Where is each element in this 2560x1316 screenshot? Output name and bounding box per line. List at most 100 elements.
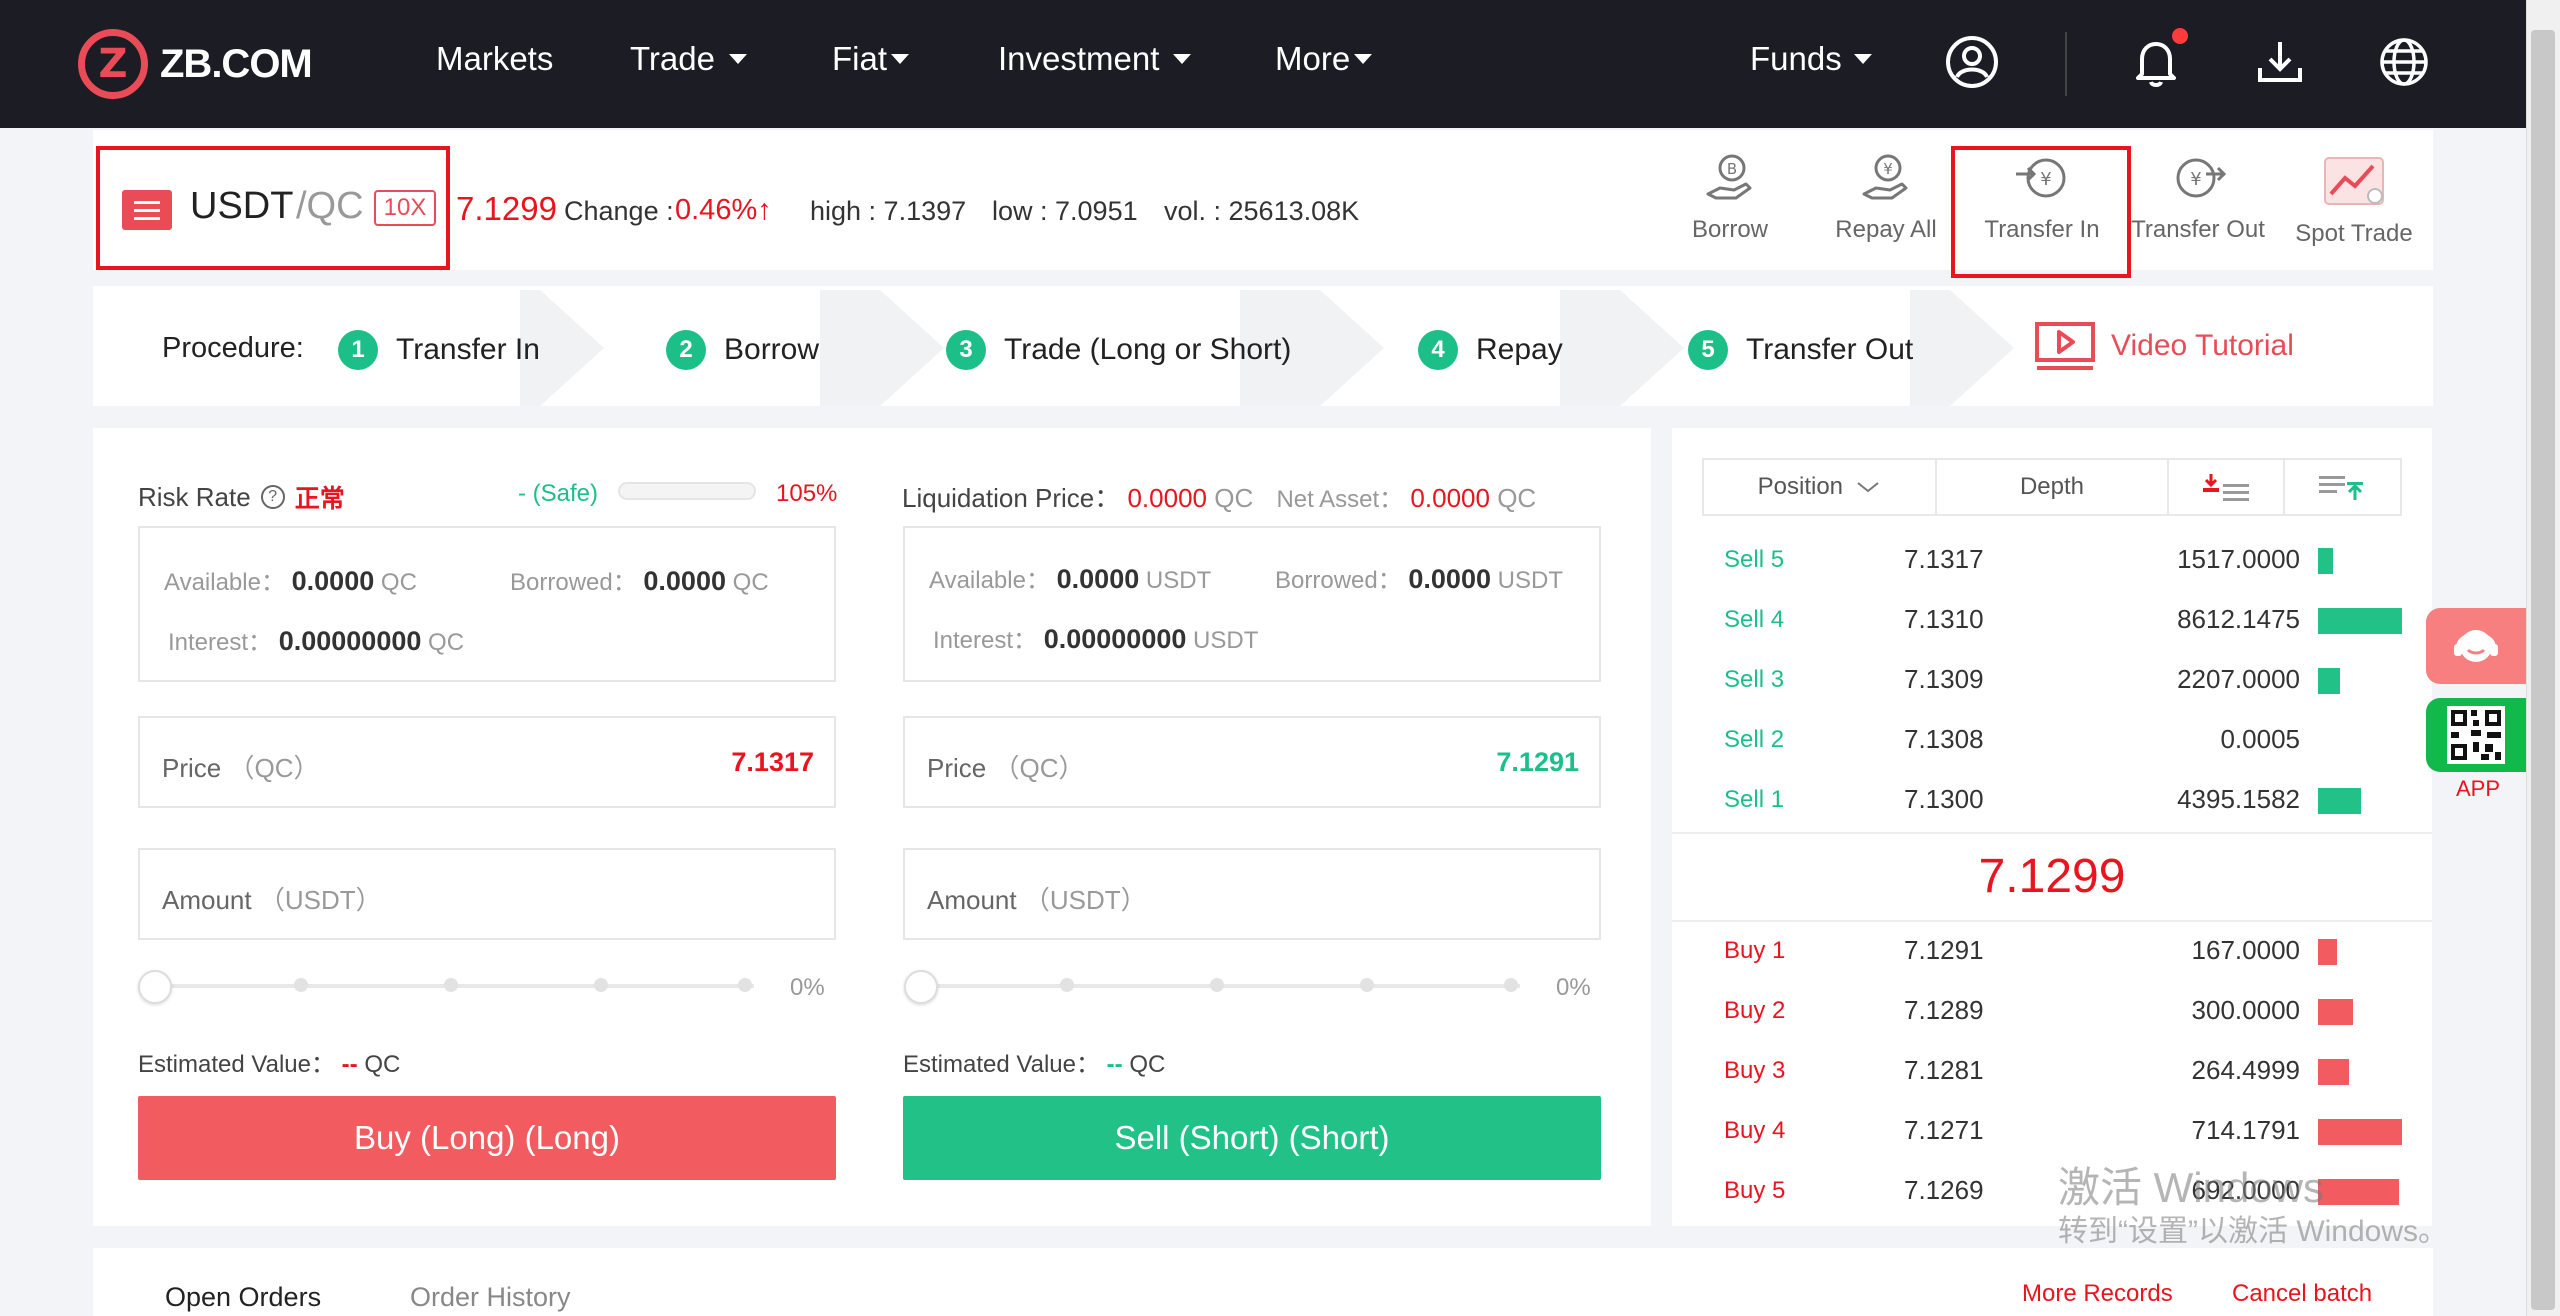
est-label: Estimated Value：	[138, 1051, 335, 1078]
globe-icon[interactable]	[2376, 34, 2432, 90]
slider-tick[interactable]	[294, 978, 308, 992]
repay-icon: ¥	[1862, 154, 1908, 200]
top-nav: Z ZB.COM Markets Trade Fiat Investment M…	[0, 0, 2526, 128]
headset-icon	[2454, 630, 2498, 662]
nav-investment-label: Investment	[998, 40, 1160, 77]
slider-knob[interactable]	[138, 970, 172, 1004]
show-sells-toggle[interactable]	[2169, 460, 2285, 514]
available-label: Available：	[929, 567, 1050, 594]
pair-menu-button[interactable]	[122, 190, 172, 230]
book-row-side: Sell 3	[1724, 666, 1785, 693]
book-row[interactable]: Sell 5 7.1317 1517.0000	[1702, 540, 2402, 580]
price-label-text: Price	[927, 753, 987, 783]
buy-amount-field[interactable]: Amount （USDT）	[138, 848, 836, 940]
tab-depth[interactable]: Depth	[1937, 460, 2170, 514]
book-row-qty: 8612.1475	[2177, 604, 2300, 634]
book-row-price: 7.1317	[1904, 544, 1984, 574]
book-row[interactable]: Sell 1 7.1300 4395.1582	[1702, 780, 2402, 820]
more-records-link[interactable]: More Records	[2022, 1280, 2173, 1308]
spot-trade-tool[interactable]: Spot Trade	[2274, 154, 2434, 248]
notification-dot	[2172, 28, 2188, 44]
pair-base[interactable]: USDT	[190, 185, 293, 228]
buy-balance-box: Available： 0.0000 QC Borrowed： 0.0000 QC…	[138, 526, 836, 682]
book-row-qty: 0.0005	[2220, 724, 2300, 754]
download-icon[interactable]	[2252, 34, 2308, 90]
slider-tick[interactable]	[1060, 978, 1074, 992]
borrow-tool[interactable]: B Borrow	[1650, 150, 1810, 244]
risk-safe: - (Safe)	[518, 480, 599, 507]
buy-price-input[interactable]	[494, 736, 814, 788]
nav-markets[interactable]: Markets	[436, 40, 553, 78]
buy-price-field[interactable]: Price （QC）	[138, 716, 836, 808]
nav-investment[interactable]: Investment	[998, 40, 1192, 78]
cancel-batch-link[interactable]: Cancel batch	[2232, 1280, 2372, 1308]
help-icon[interactable]: ?	[260, 485, 285, 509]
sell-price-field[interactable]: Price （QC）	[903, 716, 1601, 808]
liq-value: 0.0000	[1127, 483, 1207, 513]
video-tutorial-label: Video Tutorial	[2111, 329, 2294, 362]
tab-position[interactable]: Position	[1704, 460, 1937, 514]
slider-tick[interactable]	[738, 978, 752, 992]
transfer-out-tool[interactable]: ¥ Transfer Out	[2118, 150, 2278, 244]
slider-knob[interactable]	[904, 970, 938, 1004]
nav-trade[interactable]: Trade	[630, 40, 747, 78]
nav-more[interactable]: More	[1275, 40, 1373, 78]
sell-price-input[interactable]	[1259, 736, 1579, 788]
slider-tick[interactable]	[1504, 978, 1518, 992]
book-row[interactable]: Buy 2 7.1289 300.0000	[1702, 991, 2402, 1031]
sell-orders-icon	[2202, 474, 2249, 501]
show-buys-toggle[interactable]	[2285, 460, 2400, 514]
tab-open-orders[interactable]: Open Orders	[165, 1282, 321, 1313]
book-row-price: 7.1269	[1904, 1175, 1984, 1205]
buy-amount-slider[interactable]	[138, 970, 754, 1004]
slider-tick[interactable]	[1360, 978, 1374, 992]
step-bg	[820, 290, 880, 406]
book-row[interactable]: Sell 4 7.1310 8612.1475	[1702, 600, 2402, 640]
sell-amount-field[interactable]: Amount （USDT）	[903, 848, 1601, 940]
sell-amount-slider[interactable]	[904, 970, 1520, 1004]
book-row-depth-bar	[2318, 788, 2361, 814]
slider-tick[interactable]	[444, 978, 458, 992]
chevron-down-icon	[1173, 54, 1192, 64]
est-label: Estimated Value：	[903, 1051, 1100, 1078]
slider-tick[interactable]	[1210, 978, 1224, 992]
nav-fiat[interactable]: Fiat	[832, 40, 910, 78]
transfer-out-label: Transfer Out	[2131, 216, 2265, 243]
transfer-in-tool[interactable]: ¥ Transfer In	[1962, 150, 2122, 244]
sell-short-button[interactable]: Sell (Short) (Short)	[903, 1096, 1601, 1180]
step-label: Repay	[1476, 333, 1563, 366]
slider-tick[interactable]	[594, 978, 608, 992]
transfer-in-icon: ¥	[2016, 158, 2066, 198]
customer-service-button[interactable]	[2426, 608, 2526, 684]
scrollbar-thumb[interactable]	[2531, 30, 2555, 1310]
user-icon[interactable]	[1944, 34, 2000, 90]
amount-label: Amount （USDT）	[162, 880, 382, 917]
sell-borrowed: Borrowed： 0.0000 USDT	[1275, 560, 1563, 595]
price-unit: （QC）	[993, 753, 1085, 783]
amount-label-text: Amount	[162, 885, 252, 915]
book-row[interactable]: Buy 1 7.1291 167.0000	[1702, 931, 2402, 971]
est-unit: QC	[1129, 1051, 1166, 1078]
zb-logo[interactable]: Z ZB.COM	[78, 22, 313, 106]
video-tutorial-link[interactable]: Video Tutorial	[2033, 320, 2294, 372]
spot-trade-label: Spot Trade	[2295, 220, 2413, 247]
buy-borrowed: Borrowed： 0.0000 QC	[510, 562, 769, 597]
sell-amount-input[interactable]	[1259, 868, 1579, 920]
net-asset-unit: QC	[1497, 483, 1537, 513]
nav-funds[interactable]: Funds	[1750, 40, 1872, 78]
tab-order-history[interactable]: Order History	[410, 1282, 571, 1313]
step-number: 5	[1688, 330, 1728, 370]
app-qr-button[interactable]	[2426, 698, 2526, 772]
book-row[interactable]: Sell 2 7.1308 0.0005	[1702, 720, 2402, 760]
book-row[interactable]: Sell 3 7.1309 2207.0000	[1702, 660, 2402, 700]
mid-price: 7.1299	[1672, 832, 2432, 922]
interest-unit: USDT	[1193, 627, 1259, 654]
book-row-side: Sell 4	[1724, 606, 1785, 633]
step-bg	[1560, 290, 1620, 406]
book-row[interactable]: Buy 4 7.1271 714.1791	[1702, 1111, 2402, 1151]
repay-all-tool[interactable]: ¥ Repay All	[1806, 150, 1966, 244]
buy-amount-input[interactable]	[494, 868, 814, 920]
buy-long-button[interactable]: Buy (Long) (Long)	[138, 1096, 836, 1180]
book-row[interactable]: Buy 3 7.1281 264.4999	[1702, 1051, 2402, 1091]
borrowed-value: 0.0000	[643, 566, 726, 596]
